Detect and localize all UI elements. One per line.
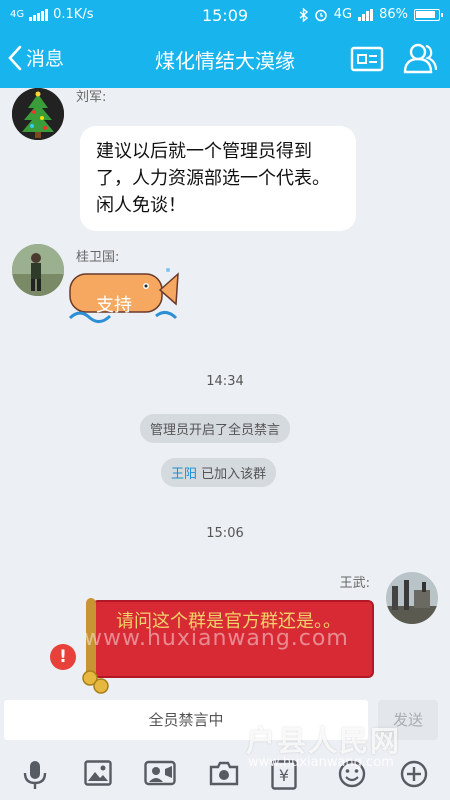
image-icon[interactable] — [84, 760, 112, 786]
watermark-url-center: www.huxianwang.com — [84, 626, 349, 651]
watermark-url: www.huxianwang.com — [248, 755, 394, 770]
nav-bar: 消息 煤化情结大漠缘 — [0, 32, 450, 88]
sender-name: 刘军: — [76, 90, 107, 105]
watermark-logo: 户县人民网 — [246, 724, 402, 758]
network-type-right: 4G — [333, 7, 353, 22]
sender-name: 王武: — [339, 576, 370, 591]
avatar-guiweiguo[interactable] — [12, 244, 64, 296]
plus-icon[interactable] — [400, 760, 428, 788]
coins-decoration-icon — [82, 670, 109, 694]
message-bubble[interactable]: 建议以后就一个管理员得到了，人力资源部选一个代表。闲人免谈！ — [80, 126, 356, 231]
system-notice: 管理员开启了全员禁言 — [140, 414, 291, 443]
status-bar: 4G 0.1K/s 15:09 4G 86% — [0, 0, 450, 32]
people-icon — [403, 43, 438, 74]
group-card-icon — [350, 46, 384, 72]
mic-icon[interactable] — [22, 760, 48, 790]
sender-name: 桂卫国: — [76, 250, 120, 265]
signal-icon-right — [358, 8, 374, 21]
battery-percent: 86% — [379, 7, 408, 22]
avatar-wangwu[interactable] — [386, 572, 438, 624]
system-notice-joined: 王阳 已加入该群 — [161, 458, 277, 487]
christmas-tree-icon — [12, 88, 64, 140]
person-photo-icon — [12, 244, 64, 296]
avatar-liujun[interactable] — [12, 88, 64, 140]
factory-photo-icon — [386, 572, 438, 624]
chat-area[interactable]: 刘军: 建议以后就一个管理员得到了，人力资源部选一个代表。闲人免谈！ 桂卫国: … — [0, 88, 450, 696]
sticker-text: 支持 — [96, 295, 132, 316]
group-members-button[interactable] — [402, 42, 438, 78]
member-name-link[interactable]: 王阳 — [171, 467, 197, 482]
time-separator: 14:34 — [206, 374, 244, 389]
status-right: 4G 86% — [299, 7, 443, 22]
alarm-icon — [314, 9, 327, 21]
system-notice-text: 已加入该群 — [201, 467, 267, 482]
camera-icon[interactable] — [209, 760, 239, 786]
bluetooth-icon — [299, 7, 308, 22]
group-card-button[interactable] — [350, 46, 384, 76]
battery-icon — [414, 8, 443, 21]
time-separator: 15:06 — [206, 526, 244, 541]
video-icon[interactable] — [144, 760, 176, 786]
send-failed-icon[interactable]: ! — [50, 644, 76, 670]
